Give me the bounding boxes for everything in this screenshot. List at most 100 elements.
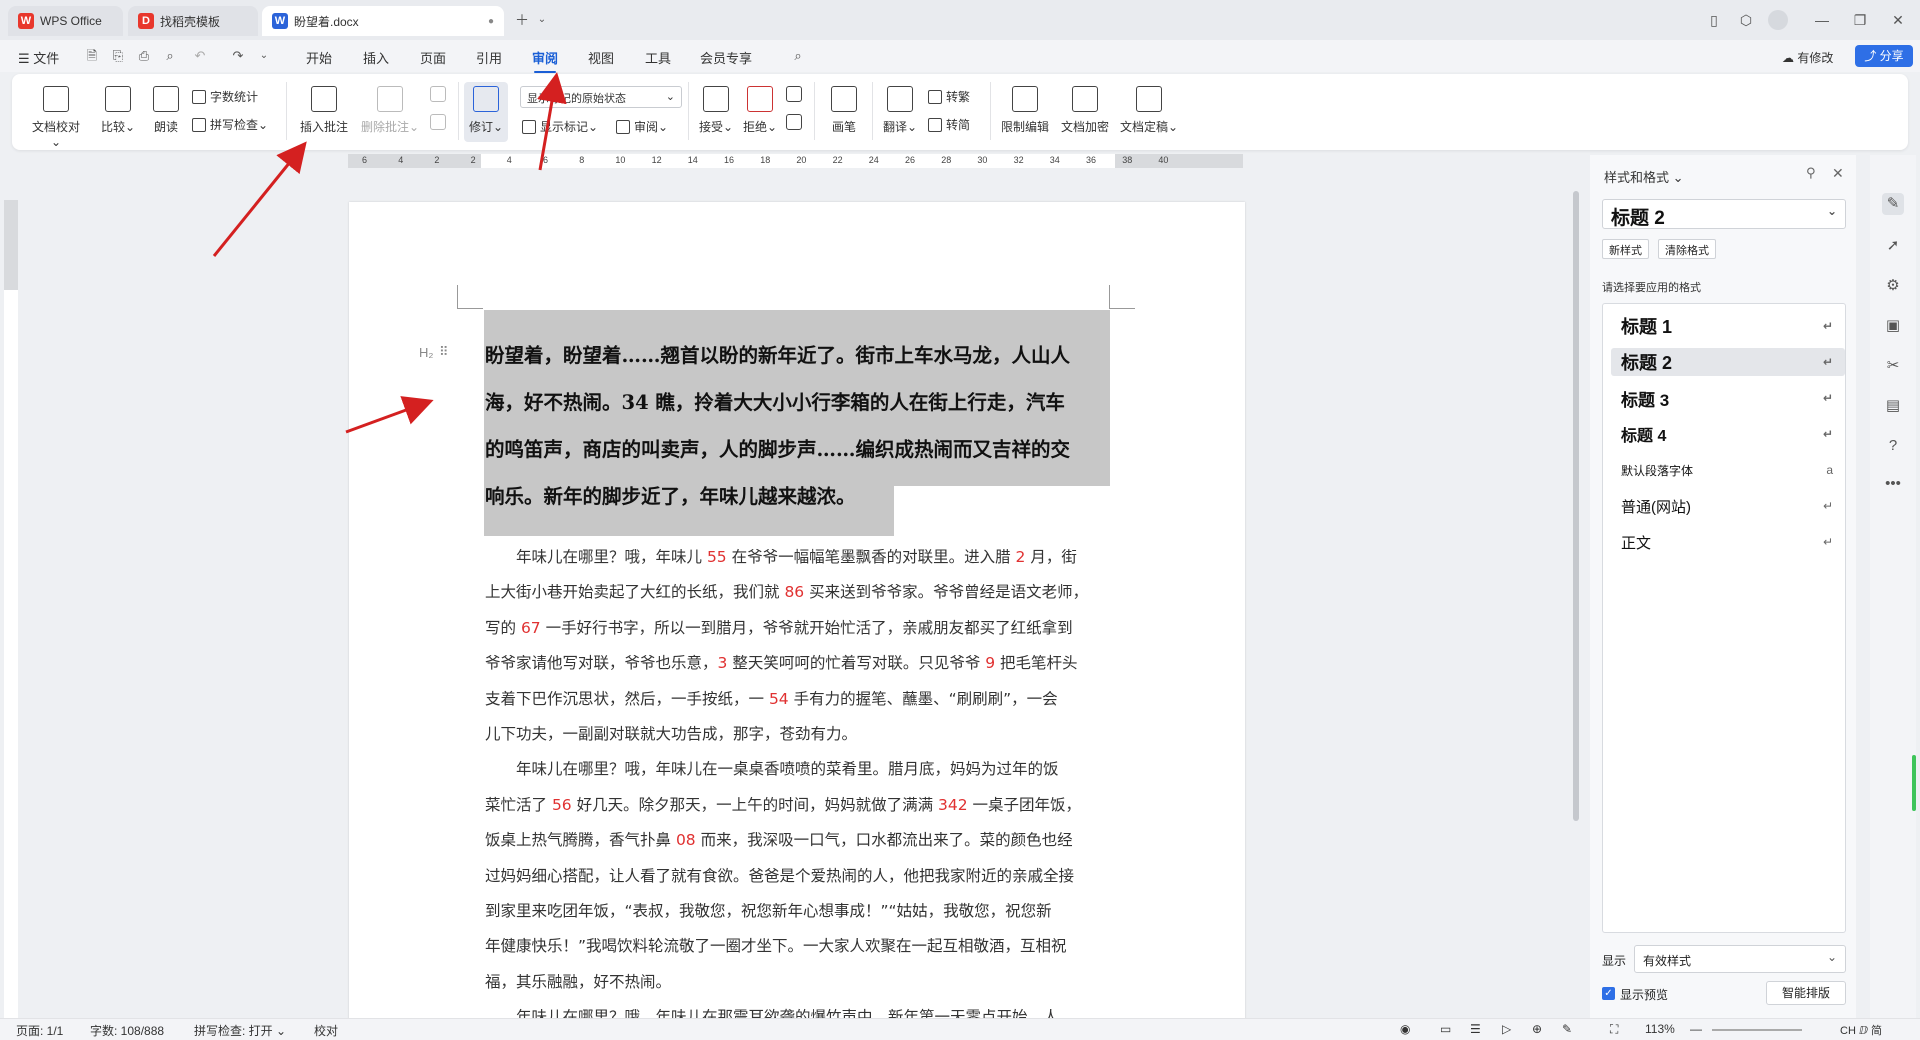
export-icon[interactable]: ⎘ [110, 48, 126, 64]
body-line[interactable]: 年健康快乐！”我喝饮料轮流敬了一圈才坐下。一大家人欢聚在一起互相敬酒，互相祝 [485, 934, 1067, 956]
heading-line[interactable]: 盼望着，盼望着……翘首以盼的新年近了。街市上车水马龙，人山人 [485, 339, 1070, 368]
quick-access-more-icon[interactable]: ⌄ [256, 48, 272, 64]
tab-document[interactable]: W 盼望着.docx ● [262, 6, 504, 36]
compare-button[interactable]: 比较⌄ [98, 86, 138, 135]
show-marks-button[interactable]: 显示标记 ⌄ [522, 118, 598, 135]
ime-status[interactable]: CH ⅅ 简 [1840, 1022, 1882, 1038]
menu-tools[interactable]: 工具 [645, 48, 671, 67]
layout-icon[interactable]: ▯ [1704, 10, 1724, 30]
image-icon[interactable]: ▣ [1882, 315, 1904, 337]
minimize-icon[interactable]: — [1812, 10, 1832, 30]
revise-button[interactable]: 修订⌄ [464, 82, 508, 142]
body-line[interactable]: 菜忙活了 56 好几天。除夕那天，一上午的时间，妈妈就做了满满 342 一桌子团… [485, 793, 1081, 815]
style-item-heading3[interactable]: 标题 3 ↵ [1611, 384, 1845, 412]
spell-check-status[interactable]: 拼写检查: 打开 ⌄ [194, 1022, 286, 1039]
heading-level-marker[interactable]: H₂ [419, 345, 433, 360]
proofread-status[interactable]: 校对 [314, 1022, 338, 1039]
more-icon[interactable]: ••• [1882, 473, 1904, 495]
restrict-edit-button[interactable]: 限制编辑 [998, 86, 1052, 135]
save-icon[interactable]: 🗎 [84, 48, 100, 64]
panel-title[interactable]: 样式和格式 ⌄ [1604, 167, 1684, 186]
print-preview-icon[interactable]: ⌕ [162, 48, 178, 64]
restore-icon[interactable]: ❐ [1850, 10, 1870, 30]
zoom-slider[interactable] [1712, 1029, 1802, 1031]
avatar[interactable] [1768, 10, 1788, 30]
cube-icon[interactable]: ⬡ [1736, 10, 1756, 30]
body-line[interactable]: 到家里来吃团年饭，“表叔，我敬您，祝您新年心想事成！”“姑姑，我敬您，祝您新 [485, 899, 1052, 921]
menu-reference[interactable]: 引用 [476, 48, 502, 67]
file-menu[interactable]: ☰ 文件 [18, 48, 59, 67]
accept-button[interactable]: 接受⌄ [696, 86, 736, 135]
play-icon[interactable]: ▷ [1502, 1022, 1511, 1036]
page-view-icon[interactable]: ▭ [1440, 1022, 1451, 1036]
markup-state-dropdown[interactable]: 显示标记的原始状态 ⌄ [520, 86, 682, 108]
fit-page-icon[interactable]: ⛶ [1610, 1022, 1618, 1037]
next-revision-button[interactable] [784, 114, 804, 136]
body-line[interactable]: 福，其乐融融，好不热闹。 [485, 970, 671, 992]
menu-member[interactable]: 会员专享 [700, 48, 752, 67]
to-simplified-button[interactable]: 转简 [928, 116, 970, 133]
scrollbar-thumb[interactable] [1573, 191, 1579, 821]
body-line[interactable]: 年味儿在哪里？哦，年味儿在一桌桌香喷喷的菜肴里。腊月底，妈妈为过年的饭 [485, 757, 1059, 779]
word-count-button[interactable]: 字数统计 [192, 88, 258, 105]
preview-checkbox[interactable]: ✓ [1602, 987, 1615, 1000]
menu-start[interactable]: 开始 [306, 48, 332, 67]
read-aloud-button[interactable]: 朗读 [148, 86, 184, 135]
show-filter-dropdown[interactable]: 有效样式 ⌄ [1634, 945, 1846, 973]
eye-icon[interactable]: ◉ [1400, 1022, 1410, 1036]
share-button[interactable]: ⤴ 分享 [1855, 45, 1913, 67]
prev-comment-button[interactable] [428, 86, 448, 108]
current-style-box[interactable]: 标题 2 ⌄ [1602, 199, 1846, 229]
drag-handle-icon[interactable]: ⠿ [439, 344, 449, 360]
body-line[interactable]: 过妈妈细心搭配，让人看了就有食欲。爸爸是个爱热闹的人，他把我家附近的亲戚全接 [485, 864, 1074, 886]
zoom-level[interactable]: 113% [1645, 1022, 1675, 1036]
horizontal-ruler[interactable]: 6 4 2 2 4 6 8 10 12 14 16 18 20 22 24 26 28 30 32 34 36 38 40 [348, 154, 1243, 168]
edit-pen-icon[interactable]: ✎ [1882, 193, 1904, 215]
spell-check-button[interactable]: 拼写检查 ⌄ [192, 116, 268, 133]
heading-line[interactable]: 的鸣笛声，商店的叫卖声，人的脚步声……编织成热闹而又吉祥的交 [485, 433, 1070, 462]
page-count[interactable]: 页面: 1/1 [16, 1022, 63, 1039]
pen-mode-icon[interactable]: ✎ [1562, 1022, 1572, 1036]
menu-view[interactable]: 视图 [588, 48, 614, 67]
word-count[interactable]: 字数: 108/888 [90, 1022, 164, 1039]
select-cursor-icon[interactable]: ➚ [1882, 235, 1904, 257]
outline-view-icon[interactable]: ☰ [1470, 1022, 1481, 1036]
menu-review[interactable]: 审阅 [532, 48, 558, 73]
unsaved-dot-icon[interactable]: ● [488, 16, 494, 27]
vertical-ruler[interactable] [4, 200, 18, 1020]
body-line[interactable]: 儿下功夫，一副副对联就大功告成，那字，苍劲有力。 [485, 722, 857, 744]
modified-indicator[interactable]: ☁ 有修改 [1782, 49, 1833, 66]
tools-icon[interactable]: ✂ [1882, 355, 1904, 377]
heading-line[interactable]: 响乐。新年的脚步近了，年味儿越来越浓。 [485, 480, 856, 509]
smart-layout-button[interactable]: 智能排版 [1766, 981, 1846, 1005]
new-style-button[interactable]: 新样式 [1602, 239, 1649, 259]
close-panel-icon[interactable]: ✕ [1832, 165, 1844, 182]
style-item-default-font[interactable]: 默认段落字体 a [1611, 456, 1845, 484]
body-line[interactable]: 上大街小巷开始卖起了大红的长纸，我们就 86 买来送到爷爷家。爷爷曾经是语文老师… [485, 580, 1088, 602]
style-item-heading1[interactable]: 标题 1 ↵ [1611, 312, 1845, 340]
body-line[interactable]: 支着下巴作沉思状，然后，一手按纸，一 54 手有力的握笔、蘸墨、“刷刷刷”，一会 [485, 687, 1058, 709]
web-view-icon[interactable]: ⊕ [1532, 1022, 1542, 1036]
tab-template[interactable]: D 找稻壳模板 [128, 6, 258, 36]
delete-comment-button[interactable]: 删除批注⌄ [360, 86, 420, 135]
tab-list-chevron-icon[interactable]: ⌄ [532, 10, 552, 30]
prev-revision-button[interactable] [784, 86, 804, 108]
document-scrollbar[interactable] [1571, 155, 1581, 1020]
help-icon[interactable]: ? [1882, 435, 1904, 457]
style-item-body[interactable]: 正文 ↵ [1611, 528, 1845, 556]
translate-button[interactable]: 翻译⌄ [880, 86, 920, 135]
menu-insert[interactable]: 插入 [363, 48, 389, 67]
body-line[interactable]: 年味儿在哪里？哦，年味儿 55 在爷爷一幅幅笔墨飘香的对联里。进入腊 2 月，街 [485, 545, 1077, 567]
menu-page[interactable]: 页面 [420, 48, 446, 67]
new-tab-plus-icon[interactable]: ＋ [512, 10, 532, 30]
finalize-button[interactable]: 文档定稿⌄ [1118, 86, 1180, 135]
print-icon[interactable]: ⎙ [136, 48, 152, 64]
heading-line[interactable]: 海，好不热闹。34 瞧，拎着大大小小行李箱的人在街上行走，汽车 [485, 386, 1065, 415]
style-item-heading2[interactable]: 标题 2 ↵ [1611, 348, 1845, 376]
to-traditional-button[interactable]: 转繁 [928, 88, 970, 105]
review-pane-button[interactable]: 审阅 ⌄ [616, 118, 668, 135]
document-page[interactable]: H₂ ⠿ 盼望着，盼望着……翘首以盼的新年近了。街市上车水马龙，人山人 海，好不… [349, 202, 1245, 1030]
tab-wps-office[interactable]: W WPS Office [8, 6, 123, 36]
undo-icon[interactable]: ↶ [192, 48, 208, 64]
body-line[interactable]: 爷爷家请他写对联，爷爷也乐意，3 整天笑呵呵的忙着写对联。只见爷爷 9 把毛笔杆… [485, 651, 1078, 673]
